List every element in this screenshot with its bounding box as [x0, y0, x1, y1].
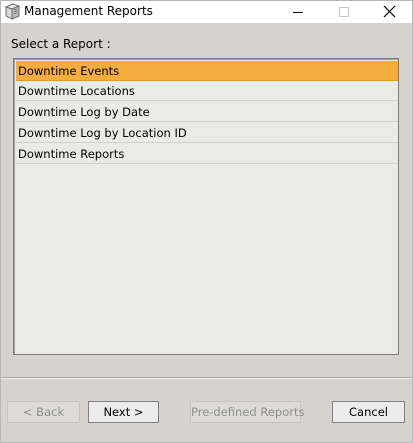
close-icon — [383, 5, 396, 18]
management-reports-window: Management Reports Select a Report : Dow… — [0, 0, 413, 443]
minimize-button[interactable] — [275, 1, 321, 23]
select-report-label: Select a Report : — [11, 37, 111, 51]
minimize-icon — [293, 12, 303, 13]
report-book-icon — [4, 3, 21, 20]
maximize-icon — [339, 7, 349, 17]
report-list-item-label: Downtime Log by Date — [18, 105, 150, 119]
report-list-item[interactable]: Downtime Log by Date — [16, 102, 398, 122]
title-bar[interactable]: Management Reports — [1, 1, 412, 23]
report-list-item[interactable]: Downtime Events — [16, 61, 398, 81]
report-list-item-label: Downtime Reports — [18, 147, 125, 161]
back-button: < Back — [7, 401, 80, 423]
report-list-item[interactable]: Downtime Reports — [16, 144, 398, 164]
report-list-item[interactable]: Downtime Log by Location ID — [16, 123, 398, 143]
predefined-reports-button: Pre-defined Reports — [190, 401, 304, 423]
next-button[interactable]: Next > — [88, 401, 159, 423]
footer-separator — [1, 377, 412, 379]
report-list-item[interactable]: Downtime Locations — [16, 81, 398, 101]
cancel-button[interactable]: Cancel — [332, 401, 405, 423]
maximize-button — [321, 1, 367, 23]
report-list-item-label: Downtime Events — [18, 64, 120, 78]
report-list[interactable]: Downtime Events Downtime Locations Downt… — [13, 58, 399, 355]
report-list-item-label: Downtime Locations — [18, 84, 135, 98]
report-list-item-label: Downtime Log by Location ID — [18, 126, 187, 140]
close-button[interactable] — [366, 1, 412, 23]
window-title: Management Reports — [24, 4, 153, 18]
